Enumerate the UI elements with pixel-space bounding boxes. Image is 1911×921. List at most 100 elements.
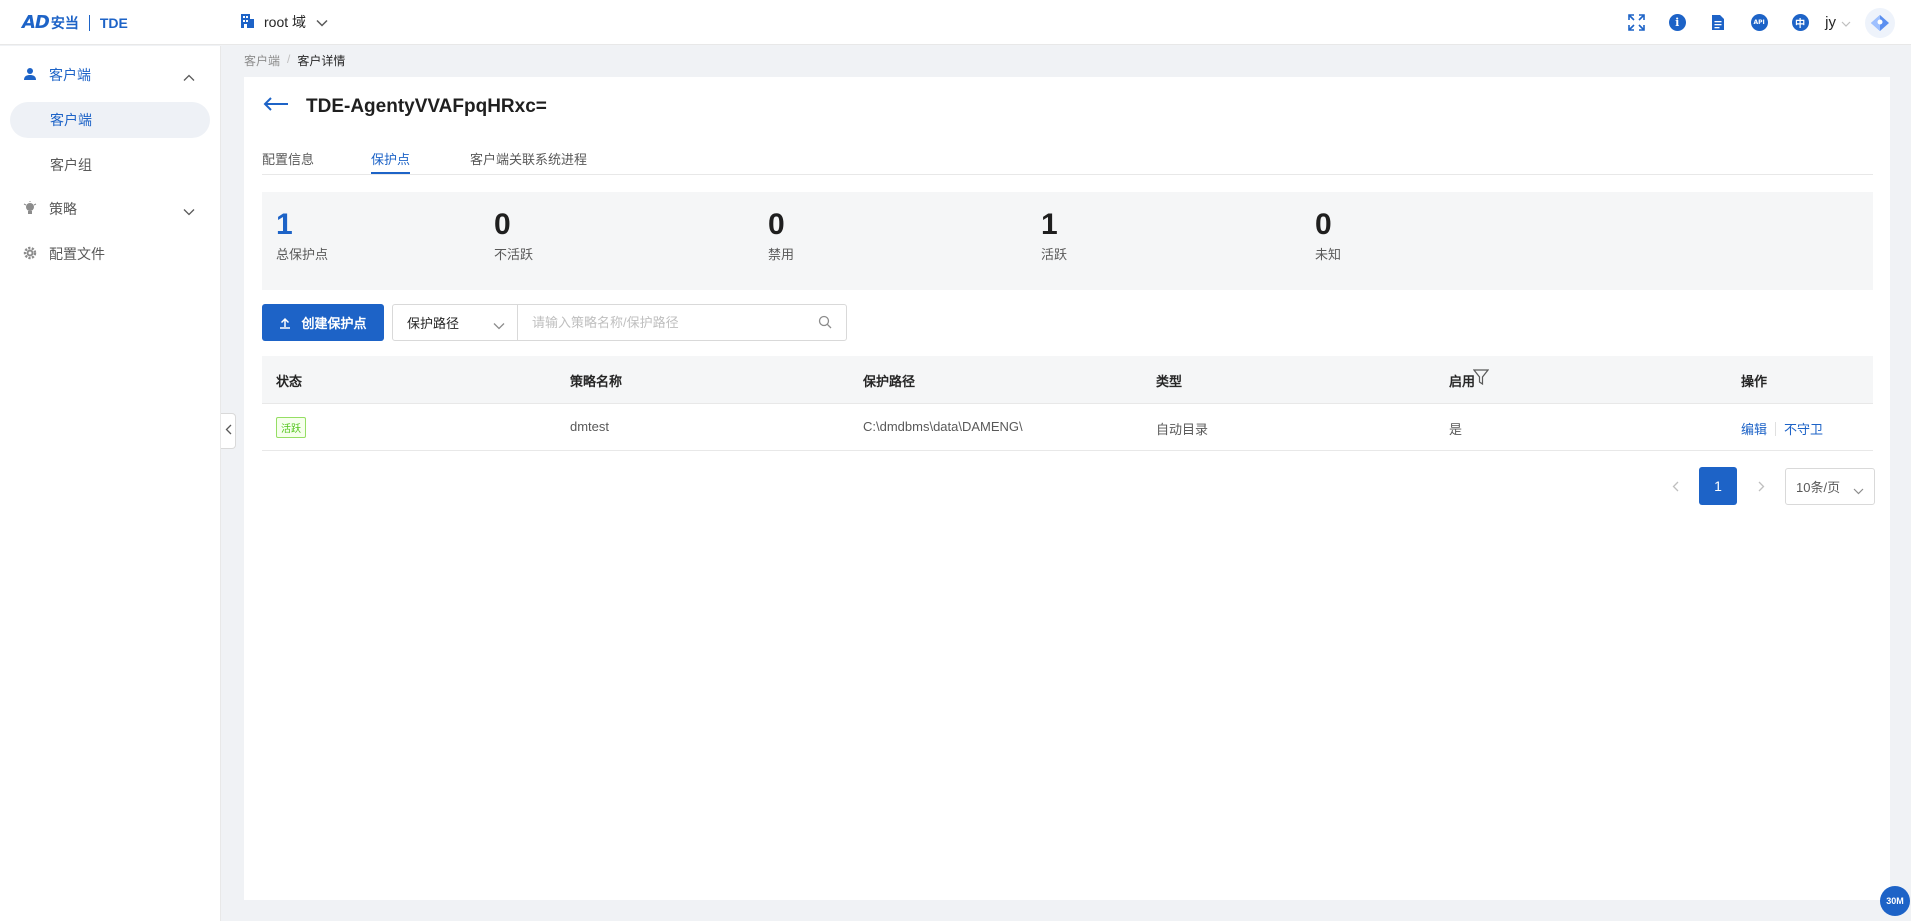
stat-label: 活跃 — [1041, 247, 1068, 262]
api-icon-label: API — [1750, 14, 1768, 31]
column-header-enabled: 启用 — [1449, 374, 1476, 389]
sidebar-group-client[interactable]: 客户端 — [0, 57, 221, 93]
breadcrumb-item-client[interactable]: 客户端 — [244, 52, 280, 69]
building-icon — [240, 13, 255, 32]
stat-inactive: 0 不活跃 — [494, 208, 533, 263]
gear-icon — [23, 246, 39, 262]
page-size-value: 10条/页 — [1796, 479, 1841, 495]
stat-value: 0 — [1315, 208, 1332, 241]
pagination: 1 10条/页 — [1665, 467, 1875, 505]
status-badge: 活跃 — [276, 417, 306, 438]
search-icon[interactable] — [818, 315, 832, 334]
sidebar-item-config-file[interactable]: 配置文件 — [0, 236, 221, 272]
sidebar-item-label: 客户端 — [50, 112, 92, 128]
search-input[interactable] — [518, 305, 808, 340]
sidebar-group-policy[interactable]: 策略 — [0, 191, 221, 227]
sidebar-item-client-group[interactable]: 客户组 — [10, 147, 210, 183]
tab-protection-points[interactable]: 保护点 — [371, 149, 411, 174]
breadcrumb-separator: / — [287, 52, 291, 66]
user-name: jy — [1825, 14, 1836, 31]
column-header-actions: 操作 — [1741, 374, 1768, 389]
cell-enabled: 是 — [1449, 422, 1463, 437]
sidebar: 客户端 客户端 客户组 策略 配置文件 — [0, 46, 221, 921]
stat-total: 1 总保护点 — [276, 208, 328, 263]
edit-link[interactable]: 编辑 — [1741, 422, 1767, 437]
logo-brand-text: 安当 — [50, 14, 79, 31]
user-menu[interactable]: jy — [1825, 14, 1851, 31]
chevron-down-icon — [1853, 483, 1864, 498]
column-header-policy: 策略名称 — [570, 374, 623, 389]
chevron-down-icon — [1841, 14, 1851, 31]
prev-page-icon[interactable] — [1665, 476, 1685, 496]
chevron-down-icon — [316, 14, 328, 30]
domain-selector[interactable]: root 域 — [240, 12, 328, 32]
filter-icon[interactable] — [1472, 369, 1490, 389]
sidebar-item-label: 客户组 — [50, 157, 92, 173]
protection-points-table: 状态 策略名称 保护路径 类型 启用 操作 活跃 dmtest C:\dmdbm… — [262, 356, 1873, 451]
stat-value: 1 — [1041, 208, 1058, 241]
stat-value: 0 — [768, 208, 785, 241]
cell-path: C:\dmdbms\data\DAMENG\ — [863, 419, 1023, 434]
memory-usage-badge[interactable]: 30M — [1880, 886, 1910, 916]
stats-panel: 1 总保护点 0 不活跃 0 禁用 1 活跃 0 未知 — [262, 192, 1873, 290]
bulb-icon — [23, 201, 39, 217]
table-row: 活跃 dmtest C:\dmdbms\data\DAMENG\ 自动目录 是 … — [262, 404, 1873, 451]
domain-label: root 域 — [264, 14, 307, 30]
stat-label: 未知 — [1315, 247, 1342, 262]
sidebar-item-label: 客户端 — [49, 67, 91, 83]
stat-label: 总保护点 — [276, 247, 329, 262]
column-header-path: 保护路径 — [863, 374, 916, 389]
chevron-left-icon — [225, 422, 232, 440]
table-header: 状态 策略名称 保护路径 类型 启用 操作 — [262, 356, 1873, 404]
avatar[interactable] — [1865, 7, 1895, 38]
sidebar-item-client[interactable]: 客户端 — [10, 102, 210, 138]
language-icon-label: 中 — [1791, 14, 1809, 31]
search-field-select[interactable]: 保护路径 — [392, 304, 518, 341]
breadcrumb-item-current: 客户详情 — [297, 54, 346, 68]
app-logo[interactable]: AD 安当 TDE — [22, 12, 128, 33]
stat-disabled: 0 禁用 — [768, 208, 794, 263]
page-title: TDE-AgentyVVAFpqHRxc= — [306, 96, 547, 117]
fullscreen-icon[interactable] — [1626, 13, 1646, 33]
stat-label: 不活跃 — [494, 247, 534, 262]
breadcrumb: 客户端 / 客户详情 — [244, 52, 345, 69]
page-number[interactable]: 1 — [1699, 467, 1737, 505]
create-protection-point-button[interactable]: 创建保护点 — [262, 304, 384, 341]
user-icon — [23, 67, 39, 83]
info-icon[interactable]: i — [1667, 13, 1687, 33]
language-icon[interactable]: 中 — [1790, 13, 1810, 33]
stat-active: 1 活跃 — [1041, 208, 1067, 263]
next-page-icon[interactable] — [1751, 476, 1771, 496]
sidebar-item-label: 策略 — [49, 201, 77, 217]
stat-unknown: 0 未知 — [1315, 208, 1341, 263]
upload-icon — [280, 317, 291, 329]
stat-label: 禁用 — [768, 247, 795, 262]
chevron-down-icon — [493, 318, 505, 333]
stat-value: 0 — [494, 208, 511, 241]
chevron-up-icon — [183, 69, 195, 85]
create-button-label: 创建保护点 — [301, 316, 367, 331]
page-size-select[interactable]: 10条/页 — [1785, 467, 1875, 505]
sidebar-item-label: 配置文件 — [49, 246, 105, 262]
logo-product-name: TDE — [99, 14, 128, 31]
cell-actions: 编辑 不守卫 — [1741, 419, 1823, 438]
document-icon[interactable] — [1708, 13, 1728, 33]
logo-mark: AD — [22, 12, 50, 33]
tab-bar: 配置信息 保护点 客户端关联系统进程 — [262, 137, 1873, 175]
column-header-status: 状态 — [276, 374, 303, 389]
logo-divider — [88, 14, 90, 31]
cell-type: 自动目录 — [1156, 422, 1209, 437]
tab-config-info[interactable]: 配置信息 — [262, 149, 314, 174]
tab-client-processes[interactable]: 客户端关联系统进程 — [470, 149, 587, 174]
api-icon[interactable]: API — [1749, 13, 1769, 33]
header-toolbar: i API 中 jy — [1626, 0, 1911, 45]
back-arrow-icon[interactable] — [263, 97, 289, 116]
top-header: AD 安当 TDE root 域 i API 中 jy — [0, 0, 1911, 45]
sidebar-collapse-button[interactable] — [221, 413, 236, 449]
action-divider — [1775, 422, 1777, 436]
stat-value: 1 — [276, 208, 293, 241]
cell-policy: dmtest — [570, 419, 610, 434]
main-content: TDE-AgentyVVAFpqHRxc= 配置信息 保护点 客户端关联系统进程… — [244, 77, 1890, 900]
unguard-link[interactable]: 不守卫 — [1784, 422, 1823, 437]
search-box — [517, 304, 847, 341]
